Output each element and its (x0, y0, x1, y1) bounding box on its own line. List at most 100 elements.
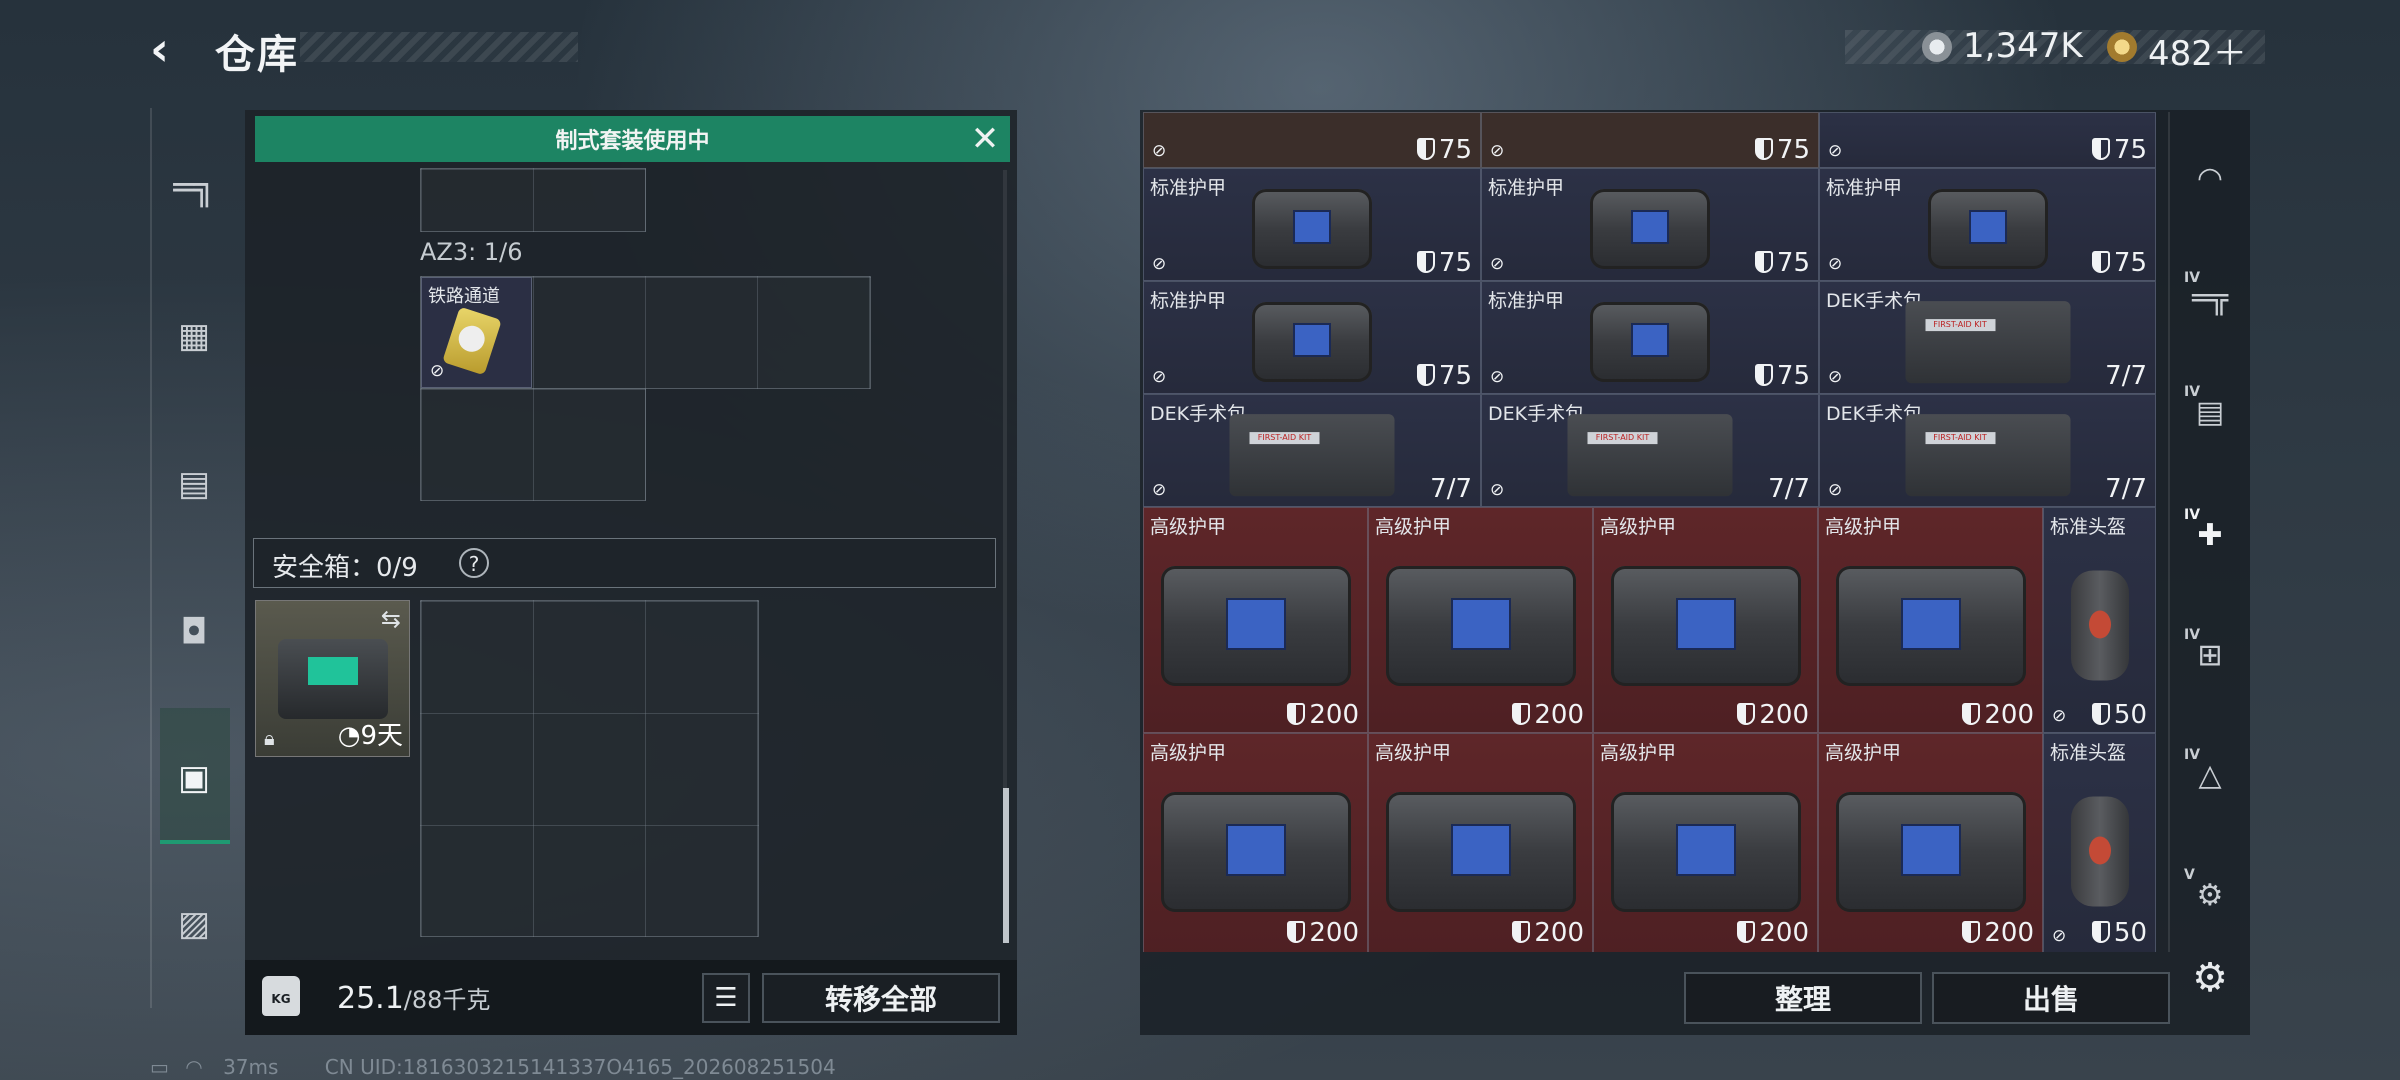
safebox-grid[interactable] (420, 600, 759, 937)
item-name: 高级护甲 (1825, 516, 1902, 538)
item-name: 高级护甲 (1375, 742, 1452, 764)
item-name: 高级护甲 (1600, 742, 1677, 764)
bag-icon[interactable]: ◘ (168, 606, 220, 658)
ammo-box-icon[interactable]: IV ▤ (2180, 382, 2240, 442)
az3-label: AZ3: 1/6 (420, 238, 523, 266)
no-insure-icon: ⊘ (1152, 480, 1167, 500)
uid-text: CN UID:1816303215141337O4165_20260825150… (324, 1055, 836, 1079)
shield-icon (1962, 703, 1981, 725)
scrollbar-thumb[interactable] (1003, 788, 1009, 943)
no-insure-icon: ⊘ (2052, 926, 2067, 946)
gear-icon[interactable]: ⚙ (2180, 948, 2240, 1008)
item-railway-pass[interactable]: 铁路通道 ⊘ (421, 277, 532, 388)
safebox-item[interactable]: ⇆ 🔒︎ ◔9天 (255, 600, 410, 757)
title-decoration (300, 32, 578, 62)
storage-item[interactable]: 高级护甲 200 (1143, 507, 1368, 733)
storage-item[interactable]: 标准护甲 ⊘ 75 (1143, 168, 1481, 281)
crate-icon[interactable]: IV △ (2180, 745, 2240, 805)
item-value: 75 (2091, 248, 2147, 278)
storage-item[interactable]: 高级护甲 200 (1143, 733, 1368, 952)
storage-item[interactable]: 高级护甲 200 (1818, 733, 2043, 952)
gold-coin-icon (2107, 32, 2137, 62)
attachment-icon[interactable]: V ⚙ (2180, 865, 2240, 925)
storage-item[interactable]: 标准护甲 ⊘ 75 (1481, 281, 1819, 394)
back-arrow-icon[interactable]: ‹ (150, 26, 190, 72)
item-value: 7/7 (2105, 361, 2147, 391)
armor-icon (1252, 188, 1372, 269)
item-name: 高级护甲 (1600, 516, 1677, 538)
storage-item[interactable]: 高级护甲 200 (1818, 507, 2043, 733)
item-value: 75 (1416, 361, 1472, 391)
storage-item[interactable]: DEK手术包 FIRST-AID KIT ⊘ 7/7 (1481, 394, 1819, 507)
briefcase-icon[interactable]: ▨ (168, 898, 220, 950)
storage-item[interactable]: DEK手术包 FIRST-AID KIT ⊘ 7/7 (1819, 281, 2156, 394)
item-value: 75 (1416, 248, 1472, 278)
storage-item[interactable]: ⊘ 75 (1143, 112, 1481, 168)
rifle-icon[interactable]: IV ═╦ (2180, 268, 2240, 328)
medkit-icon[interactable]: IV ✚ (2180, 505, 2240, 565)
storage-item[interactable]: 标准护甲 ⊘ 75 (1819, 168, 2156, 281)
armor-icon (1590, 301, 1710, 382)
item-value: 200 (1287, 700, 1359, 730)
item-name: 标准头盔 (2050, 516, 2127, 538)
shield-icon (1287, 703, 1306, 725)
item-name: 标准护甲 (1826, 177, 1903, 199)
armor-icon (1385, 566, 1576, 686)
medkit-plus-icon[interactable]: IV ⊞ (2180, 625, 2240, 685)
vest-icon[interactable]: ▦ (168, 310, 220, 362)
storage-grid[interactable]: ⊘ 75 ⊘ 75 ⊘ 75 标准护甲 ⊘ 75 标准护甲 ⊘ 75 标准护甲 … (1143, 112, 2156, 952)
az3-grid-bottom[interactable] (420, 388, 646, 501)
helmet-icon[interactable]: ◠ (2180, 148, 2240, 208)
item-value: 200 (1737, 918, 1809, 948)
item-value: 75 (2091, 135, 2147, 165)
shield-icon (1416, 138, 1435, 160)
armor-icon (1610, 792, 1801, 912)
shield-icon (1416, 251, 1435, 273)
item-value: 200 (1737, 700, 1809, 730)
shield-icon (1737, 921, 1756, 943)
gun-icon[interactable]: ═╗ (168, 162, 220, 214)
no-insure-icon: ⊘ (1828, 480, 1843, 500)
transfer-all-button[interactable]: 转移全部 (762, 973, 1000, 1023)
storage-item[interactable]: 标准护甲 ⊘ 75 (1143, 281, 1481, 394)
item-value: 7/7 (1430, 474, 1472, 504)
storage-item[interactable]: 高级护甲 200 (1593, 507, 1818, 733)
loadout-banner: 制式套装使用中 (255, 116, 1010, 162)
storage-item[interactable]: ⊘ 75 (1481, 112, 1819, 168)
storage-item[interactable]: 高级护甲 200 (1368, 733, 1593, 952)
storage-item[interactable]: 标准护甲 ⊘ 75 (1481, 168, 1819, 281)
storage-item[interactable]: 标准头盔 ⊘ 50 (2043, 733, 2156, 952)
storage-item[interactable]: DEK手术包 FIRST-AID KIT ⊘ 7/7 (1143, 394, 1481, 507)
shield-icon (1962, 921, 1981, 943)
swap-icon[interactable]: ⇆ (381, 605, 401, 633)
weight-current: 25.1 (337, 981, 404, 1016)
no-insure-icon: ⊘ (1490, 367, 1505, 387)
safebox-header: 安全箱：0/9 ? (253, 538, 996, 588)
item-value: 200 (1512, 700, 1584, 730)
sell-button[interactable]: 出售 (1932, 972, 2170, 1024)
close-icon[interactable]: ✕ (965, 118, 1005, 160)
storage-item[interactable]: DEK手术包 FIRST-AID KIT ⊘ 7/7 (1819, 394, 2156, 507)
list-view-button[interactable]: ☰ (702, 973, 750, 1023)
container-icon[interactable]: ▣ (168, 752, 220, 804)
item-value: 200 (1512, 918, 1584, 948)
storage-item[interactable]: 高级护甲 200 (1368, 507, 1593, 733)
armor-icon (1252, 301, 1372, 382)
item-value: 75 (1754, 135, 1810, 165)
lock-icon: 🔒︎ (264, 726, 275, 750)
helmet-icon (2070, 796, 2129, 907)
storage-item[interactable]: 高级护甲 200 (1593, 733, 1818, 952)
storage-item[interactable]: 标准头盔 ⊘ 50 (2043, 507, 2156, 733)
shield-icon (1754, 364, 1773, 386)
shield-icon (1512, 703, 1531, 725)
item-value: 200 (1962, 700, 2034, 730)
shield-icon (2091, 251, 2110, 273)
sort-button[interactable]: 整理 (1684, 972, 1922, 1024)
currency-gold[interactable]: 482＋ (2148, 26, 2247, 75)
slot-grid-top[interactable] (420, 168, 646, 232)
backpack-icon[interactable]: ▤ (168, 458, 220, 510)
storage-item[interactable]: ⊘ 75 (1819, 112, 2156, 168)
help-icon[interactable]: ? (459, 548, 489, 578)
no-insure-icon: ⊘ (430, 361, 445, 381)
item-name: 标准护甲 (1488, 290, 1565, 312)
